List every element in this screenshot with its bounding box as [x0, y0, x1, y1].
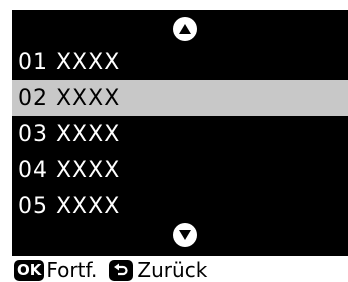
list-item-label: 02 XXXX — [18, 85, 121, 111]
list-item-label: 01 XXXX — [18, 49, 121, 75]
back-label: Zurück — [137, 258, 208, 282]
ok-button-icon[interactable]: OK — [14, 259, 45, 281]
list-item-label: 04 XXXX — [18, 157, 121, 183]
menu-list: 01 XXXX 02 XXXX 03 XXXX 04 XXXX 05 XXXX — [12, 44, 348, 224]
button-hint-bar: OK Fortf. Zurück — [14, 258, 207, 282]
list-item-label: 03 XXXX — [18, 121, 121, 147]
list-item[interactable]: 01 XXXX — [12, 44, 348, 80]
list-item[interactable]: 04 XXXX — [12, 152, 348, 188]
list-item-selected[interactable]: 02 XXXX — [12, 80, 348, 116]
triangle-up-icon — [179, 24, 191, 34]
back-arrow-icon[interactable] — [109, 259, 134, 281]
list-item-label: 05 XXXX — [18, 193, 121, 219]
triangle-down-icon — [179, 230, 191, 240]
ok-label: Fortf. — [46, 258, 98, 282]
scroll-down-icon[interactable] — [173, 223, 197, 247]
list-item[interactable]: 03 XXXX — [12, 116, 348, 152]
scroll-up-icon[interactable] — [173, 17, 197, 41]
lcd-screen: 01 XXXX 02 XXXX 03 XXXX 04 XXXX 05 XXXX — [12, 10, 348, 256]
list-item[interactable]: 05 XXXX — [12, 188, 348, 224]
